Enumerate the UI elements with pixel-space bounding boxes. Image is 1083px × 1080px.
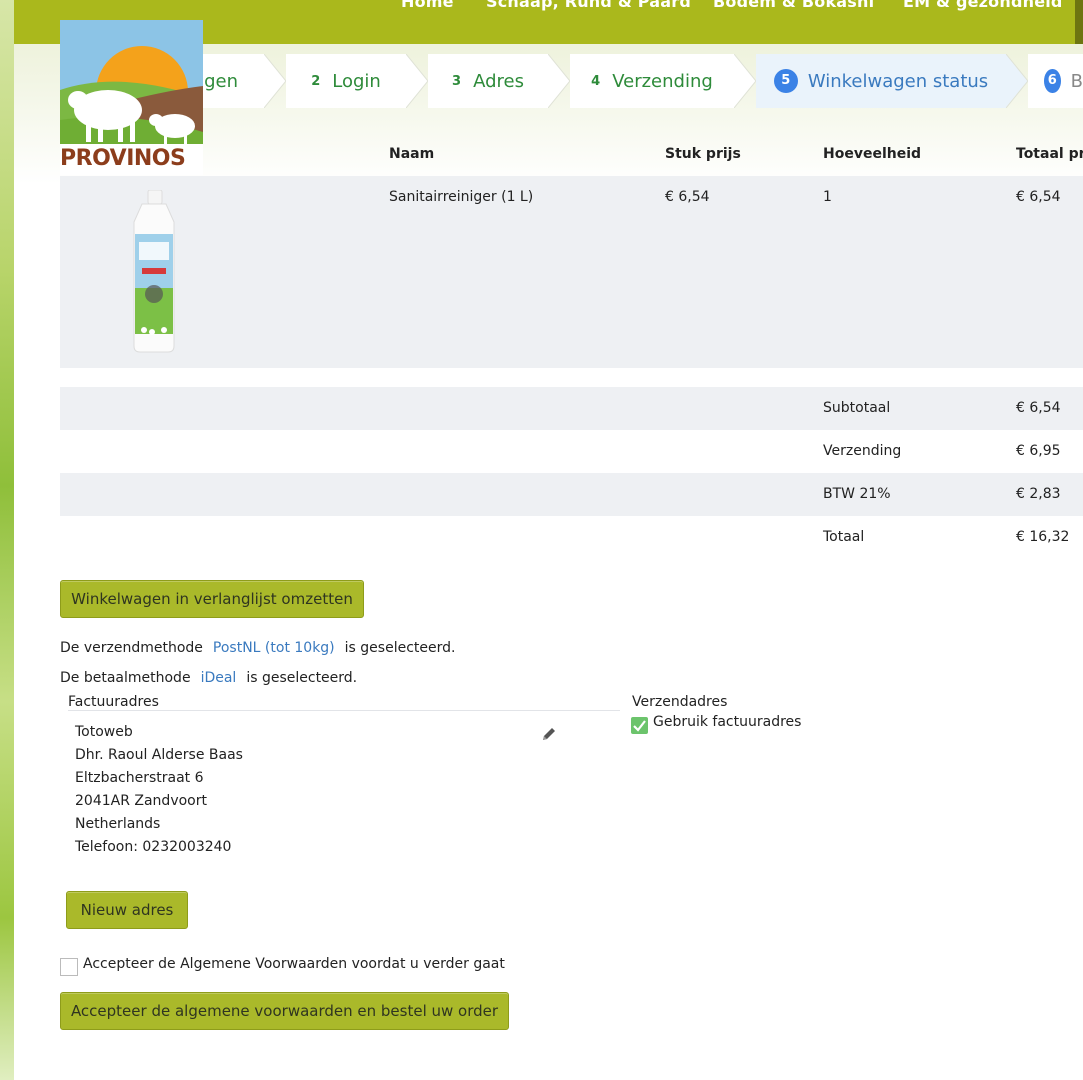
chevron-right-icon	[406, 54, 428, 108]
billing-line: Netherlands	[75, 816, 161, 832]
step-number: 4	[591, 73, 601, 89]
step-verzending[interactable]: 4 Verzending	[570, 54, 734, 108]
item-quantity: 1	[823, 189, 832, 205]
payment-suffix: is geselecteerd.	[246, 670, 358, 686]
step-label: Winkelwagen status	[807, 70, 989, 92]
new-address-button[interactable]: Nieuw adres	[66, 891, 188, 929]
chevron-right-icon	[264, 54, 286, 108]
shipping-prefix: De verzendmethode	[60, 640, 203, 656]
billing-address-title: Factuuradres	[68, 694, 159, 710]
summary-label: BTW 21%	[823, 486, 891, 502]
header-quantity: Hoeveelheid	[823, 146, 922, 162]
pencil-icon[interactable]	[540, 725, 558, 743]
summary-row-vat: BTW 21% € 2,83	[60, 473, 1083, 516]
step-number: 5	[773, 69, 798, 93]
summary-row-subtotal: Subtotaal € 6,54	[60, 387, 1083, 430]
nav-item-em-gezondheid[interactable]: EM & gezondheid	[903, 0, 1063, 11]
summary-row-shipping: Verzending € 6,95	[60, 430, 1083, 473]
chevron-right-icon	[734, 54, 756, 108]
step-label: B	[1070, 70, 1083, 92]
header-unit-price: Stuk prijs	[665, 146, 741, 162]
step-label: Adres	[473, 70, 524, 92]
cart-table-header: Naam Stuk prijs Hoeveelheid Totaal pr	[60, 132, 1083, 176]
delivery-address-title: Verzendadres	[632, 694, 728, 710]
payment-prefix: De betaalmethode	[60, 670, 191, 686]
step-bevestiging[interactable]: 6 B	[1028, 54, 1083, 108]
header-name: Naam	[389, 146, 435, 162]
summary-value: € 16,32	[1016, 529, 1070, 545]
billing-line: Eltzbacherstraat 6	[75, 770, 204, 786]
header-total: Totaal pr	[1016, 146, 1083, 162]
billing-line: Dhr. Raoul Alderse Baas	[75, 747, 243, 763]
step-label: Verzending	[612, 70, 713, 92]
checkout-steps: agen 2 Login 3 Adres 4 Verzending 5 Wink…	[60, 54, 1083, 108]
shipping-suffix: is geselecteerd.	[344, 640, 456, 656]
shipping-method-line: De verzendmethode PostNL (tot 10kg) is ges…	[60, 640, 455, 656]
left-edge-decoration	[0, 0, 14, 1080]
step-number: 6	[1044, 69, 1061, 93]
summary-value: € 6,95	[1016, 443, 1061, 459]
convert-to-wishlist-button[interactable]: Winkelwagen in verlanglijst omzetten	[60, 580, 364, 618]
summary-label: Totaal	[823, 529, 865, 545]
item-unit-price: € 6,54	[665, 189, 710, 205]
summary-value: € 6,54	[1016, 400, 1061, 416]
payment-method-line: De betaalmethode iDeal is geselecteerd.	[60, 670, 357, 686]
payment-method-link[interactable]: iDeal	[201, 670, 237, 686]
use-billing-address-label: Gebruik factuuradres	[653, 714, 802, 730]
billing-divider	[68, 710, 620, 711]
summary-label: Subtotaal	[823, 400, 891, 416]
use-billing-address-checkbox[interactable]	[631, 717, 648, 734]
place-order-button[interactable]: Accepteer de algemene voorwaarden en bes…	[60, 992, 509, 1030]
step-adres[interactable]: 3 Adres	[428, 54, 548, 108]
spacer-row	[60, 368, 1083, 387]
item-total: € 6,54	[1016, 189, 1061, 205]
step-winkelwagen-status[interactable]: 5 Winkelwagen status	[756, 54, 1006, 108]
summary-label: Verzending	[823, 443, 902, 459]
item-name[interactable]: Sanitairreiniger (1 L)	[389, 189, 533, 205]
step-label: Login	[332, 70, 381, 92]
nav-right-cap	[1075, 0, 1083, 44]
nav-item-schaap-rund-paard[interactable]: Schaap, Rund & Paard	[486, 0, 691, 11]
nav-item-bodem-bokashi[interactable]: Bodem & Bokashi	[713, 0, 874, 11]
checkmark-icon	[633, 720, 646, 732]
chevron-right-icon	[548, 54, 570, 108]
step-login[interactable]: 2 Login	[286, 54, 406, 108]
step-number: 2	[311, 73, 321, 89]
terms-label: Accepteer de Algemene Voorwaarden voorda…	[83, 956, 505, 972]
nav-item-home[interactable]: Home	[401, 0, 454, 11]
step-number: 3	[452, 73, 462, 89]
billing-line: Telefoon: 0232003240	[75, 839, 232, 855]
shipping-method-link[interactable]: PostNL (tot 10kg)	[213, 640, 335, 656]
product-image[interactable]	[124, 190, 184, 354]
billing-line: 2041AR Zandvoort	[75, 793, 207, 809]
billing-line: Totoweb	[75, 724, 133, 740]
chevron-right-icon	[1006, 54, 1028, 108]
terms-checkbox[interactable]	[60, 958, 78, 976]
table-row: Sanitairreiniger (1 L) € 6,54 1 € 6,54	[60, 176, 1083, 368]
summary-value: € 2,83	[1016, 486, 1061, 502]
summary-row-total: Totaal € 16,32	[60, 516, 1083, 559]
